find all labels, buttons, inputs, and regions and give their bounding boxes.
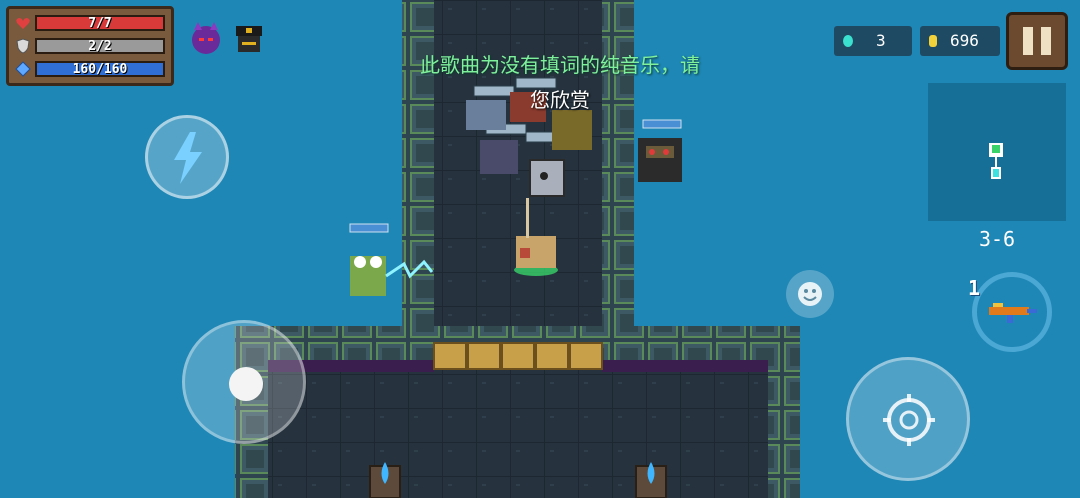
armor-row: 2/2	[15, 36, 169, 56]
pause-button[interactable]	[1006, 12, 1068, 70]
officer-hat-buff-icon	[236, 26, 262, 52]
crosshair-icon	[883, 394, 935, 446]
gem-counter: 3	[834, 26, 912, 56]
energy-value: 160/160	[72, 62, 128, 77]
armor-value: 2/2	[88, 39, 112, 54]
energy-row: 160/160	[15, 59, 169, 79]
heart-icon	[16, 18, 30, 29]
shield-icon	[16, 38, 30, 54]
lyric-line-2: 您欣赏	[530, 88, 590, 112]
emote-button[interactable]	[786, 270, 834, 318]
minimap-room-icon	[989, 143, 1003, 179]
fire-button[interactable]	[846, 357, 970, 481]
coin-count: 696	[950, 31, 979, 50]
demon-horns-buff-icon	[192, 22, 220, 54]
stats-panel: 7/7 2/2 160/160	[6, 6, 174, 86]
diamond-icon	[15, 61, 31, 77]
health-row: 7/7	[15, 13, 169, 33]
goblin-enemy	[638, 119, 682, 182]
minimap[interactable]	[928, 83, 1066, 221]
energy-bar: 160/160	[35, 61, 165, 77]
armor-bar: 2/2	[35, 38, 165, 54]
smiley-icon	[798, 282, 822, 306]
lyric-line-1: 此歌曲为没有填词的纯音乐，请	[420, 53, 700, 77]
weapon-switch-button[interactable]	[972, 272, 1052, 352]
health-value: 7/7	[88, 16, 112, 31]
level-indicator: 3-6	[978, 227, 1016, 251]
blue-torch-right	[635, 462, 667, 498]
gem-count: 3	[876, 31, 886, 50]
movement-joystick[interactable]	[182, 320, 306, 444]
blue-torch-left	[369, 462, 401, 498]
joystick-knob[interactable]	[229, 367, 263, 401]
gem-icon	[843, 35, 853, 47]
lightning-icon	[174, 132, 202, 184]
weapon-ammo-count: 1	[968, 276, 981, 300]
coin-icon	[929, 35, 937, 47]
rifle-icon	[989, 303, 1037, 323]
health-bar: 7/7	[35, 15, 165, 31]
coin-counter: 696	[920, 26, 1000, 56]
skill-button[interactable]	[145, 115, 229, 199]
crate-row	[433, 342, 603, 370]
